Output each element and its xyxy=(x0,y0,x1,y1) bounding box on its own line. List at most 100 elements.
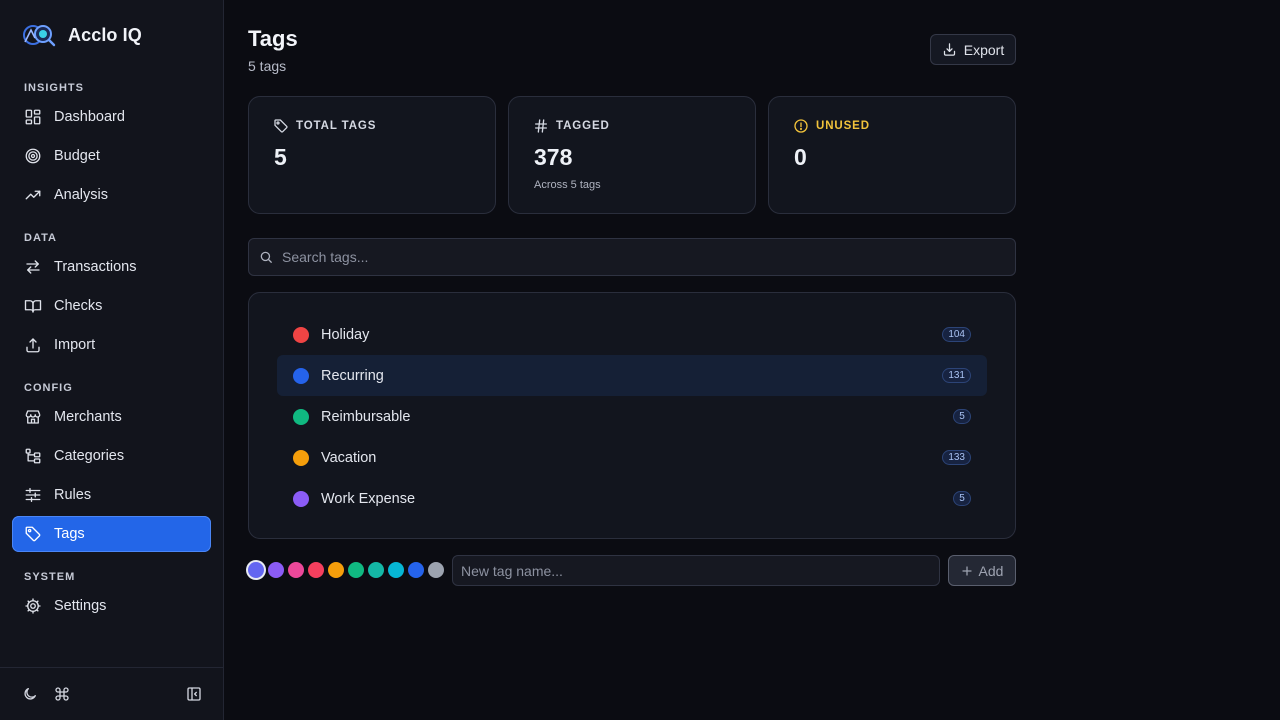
stat-header: TAGGED xyxy=(533,118,610,134)
search-input[interactable] xyxy=(282,249,982,265)
tag-row-holiday[interactable]: Holiday 104 xyxy=(277,314,987,355)
tag-count-badge: 5 xyxy=(953,409,971,424)
color-swatch-blue[interactable] xyxy=(408,562,424,578)
app-logo-icon xyxy=(23,25,56,47)
stat-note: Across 5 tags xyxy=(534,179,601,191)
export-label: Export xyxy=(963,41,1005,58)
tag-icon xyxy=(274,119,288,133)
add-tag-button[interactable]: Add xyxy=(948,555,1016,586)
stat-card-tagged: TAGGED 378 Across 5 tags xyxy=(508,96,756,214)
target-icon xyxy=(25,148,41,164)
color-swatch-emerald[interactable] xyxy=(348,562,364,578)
command-palette-button[interactable] xyxy=(54,686,72,704)
color-swatches xyxy=(248,562,444,578)
tag-list: Holiday 104 Recurring 131 Reimbursable 5… xyxy=(248,292,1016,539)
upload-icon xyxy=(26,338,40,353)
color-swatch-violet[interactable] xyxy=(268,562,284,578)
sidebar-item-dashboard[interactable]: Dashboard xyxy=(12,99,211,135)
stat-value: 378 xyxy=(534,144,573,170)
sidebar-item-label: Settings xyxy=(54,598,107,614)
search-icon xyxy=(260,251,272,263)
color-swatch-cyan[interactable] xyxy=(388,562,404,578)
brand[interactable]: Acclo IQ xyxy=(22,22,142,48)
stat-card-unused: UNUSED 0 xyxy=(768,96,1016,214)
search-box xyxy=(248,238,1016,276)
sidebar-footer xyxy=(0,667,223,720)
sidebar-item-budget[interactable]: Budget xyxy=(12,138,211,174)
tag-name: Vacation xyxy=(321,449,377,466)
tag-row-recurring[interactable]: Recurring 131 xyxy=(277,355,987,396)
sidebar-item-analysis[interactable]: Analysis xyxy=(12,177,211,213)
tag-name: Reimbursable xyxy=(321,408,411,425)
section-label-insights: INSIGHTS xyxy=(24,82,84,94)
sidebar-item-label: Tags xyxy=(54,526,85,542)
sidebar-item-settings[interactable]: Settings xyxy=(12,588,211,624)
hierarchy-icon xyxy=(25,448,41,464)
sidebar-item-label: Merchants xyxy=(54,409,122,425)
collapse-sidebar-button[interactable] xyxy=(186,686,204,704)
sidebar-item-label: Transactions xyxy=(54,259,137,275)
sidebar-item-categories[interactable]: Categories xyxy=(12,438,211,474)
color-swatch-amber[interactable] xyxy=(328,562,344,578)
stat-label: UNUSED xyxy=(816,120,870,132)
sidebar: Acclo IQ INSIGHTS Dashboard Budget Analy… xyxy=(0,0,224,720)
color-swatch-indigo[interactable] xyxy=(248,562,264,578)
export-button[interactable]: Export xyxy=(930,34,1016,65)
sidebar-item-label: Analysis xyxy=(54,187,108,203)
store-icon xyxy=(25,410,41,424)
page-subtitle: 5 tags xyxy=(248,58,287,74)
sliders-icon xyxy=(25,487,41,503)
tag-row-vacation[interactable]: Vacation 133 xyxy=(277,437,987,478)
sidebar-item-label: Categories xyxy=(54,448,125,464)
hash-icon xyxy=(535,119,547,133)
sidebar-item-label: Rules xyxy=(54,487,92,503)
tag-name: Work Expense xyxy=(321,490,416,507)
tag-count-badge: 104 xyxy=(942,327,971,342)
sidebar-item-rules[interactable]: Rules xyxy=(12,477,211,513)
color-swatch-pink[interactable] xyxy=(288,562,304,578)
gear-icon xyxy=(25,598,41,614)
color-swatch-rose[interactable] xyxy=(308,562,324,578)
stat-header: TOTAL TAGS xyxy=(273,118,376,134)
tag-row-work-expense[interactable]: Work Expense 5 xyxy=(277,478,987,519)
tag-color-dot xyxy=(293,449,309,466)
tag-count-badge: 5 xyxy=(953,491,971,506)
tag-name: Holiday xyxy=(321,326,370,343)
stat-label: TOTAL TAGS xyxy=(296,120,377,132)
sidebar-item-checks[interactable]: Checks xyxy=(12,288,211,324)
arrows-exchange-icon xyxy=(26,260,40,274)
color-swatch-gray[interactable] xyxy=(428,562,444,578)
stat-value: 5 xyxy=(274,144,287,170)
stat-card-total-tags: TOTAL TAGS 5 xyxy=(248,96,496,214)
sidebar-collapse-icon xyxy=(187,687,201,701)
command-icon xyxy=(55,687,69,701)
tag-name: Recurring xyxy=(321,367,384,384)
section-label-system: SYSTEM xyxy=(24,571,76,583)
tag-count-badge: 131 xyxy=(942,368,971,383)
tag-color-dot xyxy=(293,490,309,507)
tag-row-reimbursable[interactable]: Reimbursable 5 xyxy=(277,396,987,437)
page-title: Tags xyxy=(248,26,298,51)
tag-icon xyxy=(25,526,41,542)
book-open-icon xyxy=(24,300,42,313)
tag-color-dot xyxy=(293,326,309,343)
section-label-data: DATA xyxy=(24,232,57,244)
color-swatch-teal[interactable] xyxy=(368,562,384,578)
trending-up-icon xyxy=(25,190,41,200)
add-label: Add xyxy=(978,562,1004,579)
sidebar-item-merchants[interactable]: Merchants xyxy=(12,399,211,435)
moon-icon xyxy=(24,688,36,700)
section-label-config: CONFIG xyxy=(24,382,73,394)
tag-color-dot xyxy=(293,408,309,425)
download-icon xyxy=(943,43,955,56)
theme-toggle-button[interactable] xyxy=(22,686,40,704)
stat-value: 0 xyxy=(794,144,807,170)
tag-color-dot xyxy=(293,367,309,384)
new-tag-name-input[interactable] xyxy=(452,555,940,586)
sidebar-item-tags[interactable]: Tags xyxy=(12,516,211,552)
sidebar-item-label: Budget xyxy=(54,148,100,164)
app-name: Acclo IQ xyxy=(68,24,142,45)
sidebar-item-transactions[interactable]: Transactions xyxy=(12,249,211,285)
sidebar-item-label: Dashboard xyxy=(54,109,125,125)
sidebar-item-import[interactable]: Import xyxy=(12,327,211,363)
